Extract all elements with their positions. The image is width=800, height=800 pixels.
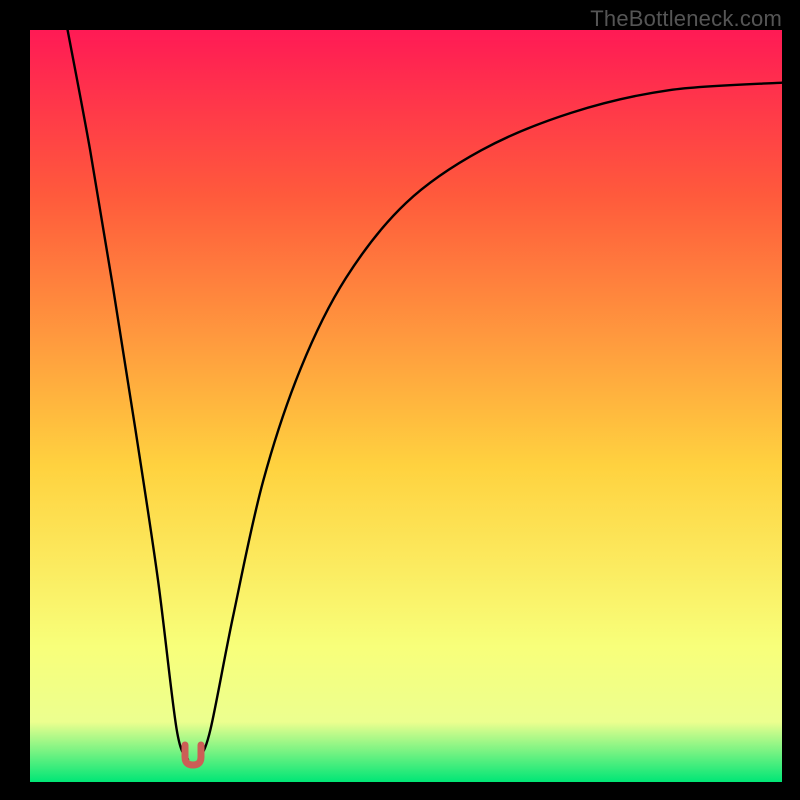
curve-right <box>199 83 782 760</box>
curve-left <box>68 30 188 759</box>
watermark-text: TheBottleneck.com <box>590 6 782 32</box>
chart-frame: TheBottleneck.com <box>0 0 800 800</box>
u-marker-icon <box>185 745 201 765</box>
dip-marker <box>180 741 206 769</box>
bottleneck-curve <box>30 30 782 782</box>
plot-area <box>30 30 782 782</box>
